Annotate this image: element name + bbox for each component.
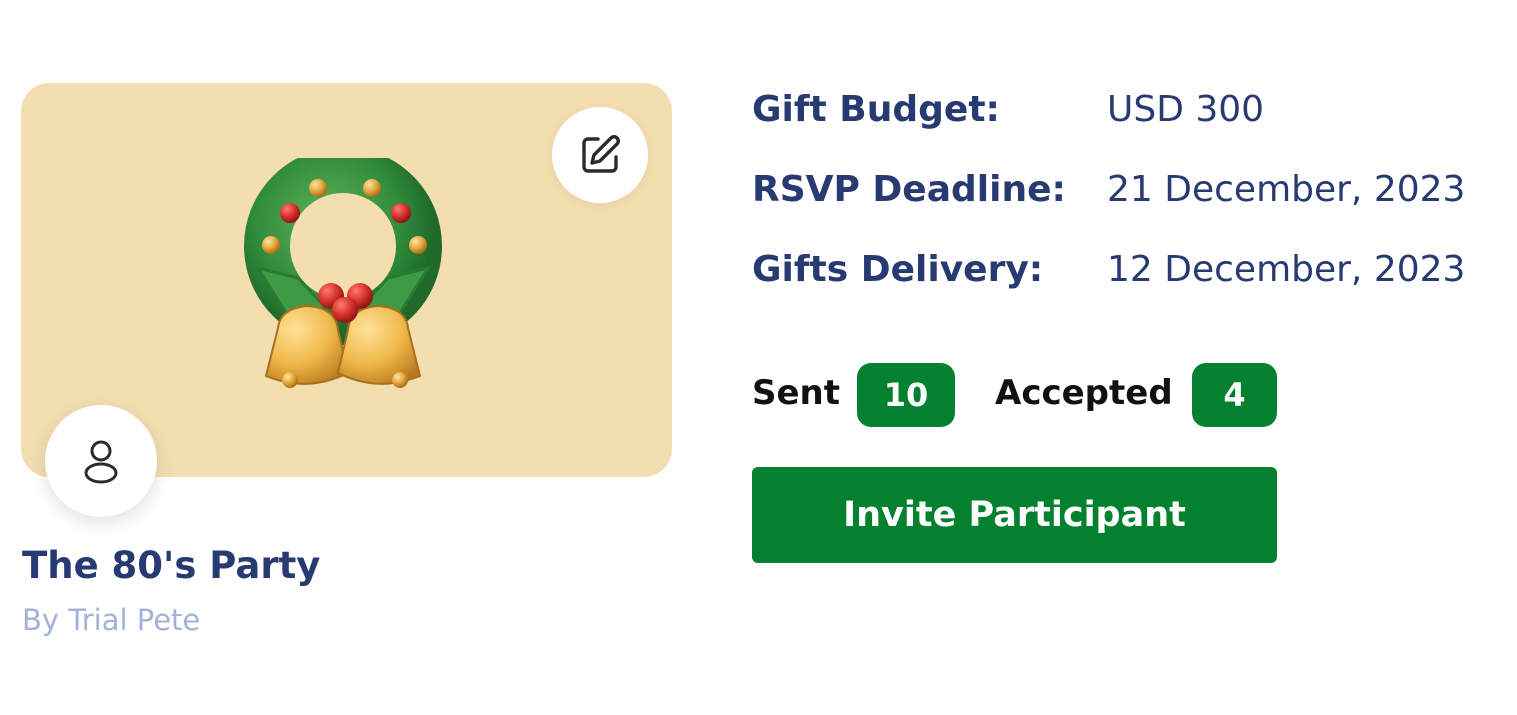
organizer-avatar[interactable] xyxy=(45,405,157,517)
edit-event-button[interactable] xyxy=(552,107,648,203)
event-owner: By Trial Pete xyxy=(22,603,201,637)
gift-budget-value: USD 300 xyxy=(1107,89,1265,130)
gifts-delivery-label: Gifts Delivery: xyxy=(752,249,1044,290)
accepted-label: Accepted xyxy=(995,373,1173,413)
invite-participant-button[interactable]: Invite Participant xyxy=(752,467,1277,563)
sent-label: Sent xyxy=(752,373,841,413)
wreath-image xyxy=(244,158,442,388)
edit-icon xyxy=(582,135,620,173)
sent-count-badge: 10 xyxy=(857,363,955,427)
gift-budget-label: Gift Budget: xyxy=(752,89,1000,130)
gifts-delivery-value: 12 December, 2023 xyxy=(1107,249,1466,290)
rsvp-deadline-value: 21 December, 2023 xyxy=(1107,169,1466,210)
accepted-count-badge: 4 xyxy=(1192,363,1277,427)
event-title: The 80's Party xyxy=(22,544,321,587)
user-icon xyxy=(84,440,118,484)
rsvp-deadline-label: RSVP Deadline: xyxy=(752,169,1066,210)
event-page: The 80's Party By Trial Pete Gift Budget… xyxy=(0,0,1517,715)
